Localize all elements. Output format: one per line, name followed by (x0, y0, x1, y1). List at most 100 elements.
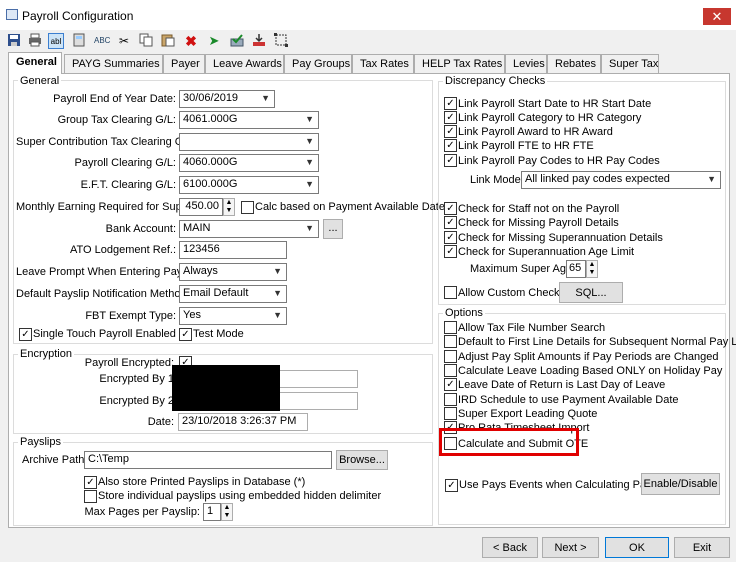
calculator-icon[interactable] (71, 33, 87, 49)
cut-icon[interactable]: ✂ (116, 33, 132, 49)
max-super-age-label: Maximum Super Age: (470, 263, 576, 275)
redaction-1 (172, 365, 280, 391)
copy-icon[interactable] (138, 33, 154, 49)
browse-button[interactable]: Browse... (336, 450, 388, 470)
pc-select[interactable]: 4060.000G ▼ (179, 154, 319, 172)
fbt-select[interactable]: Yes ▼ (179, 307, 287, 325)
mer-input[interactable]: 450.00 (179, 198, 223, 216)
notif-select[interactable]: Email Default ▼ (179, 285, 287, 303)
bank-select[interactable]: MAIN ▼ (179, 220, 319, 238)
ato-input[interactable]: 123456 (179, 241, 287, 259)
leave-prompt-label: Leave Prompt When Entering Pays: (16, 266, 191, 278)
encrypted-by-1-label: Encrypted By 1 (99, 373, 174, 385)
print-icon[interactable] (27, 33, 43, 49)
sct-select[interactable]: ▼ (179, 133, 319, 151)
disc-check-1[interactable]: ✓ (444, 111, 457, 124)
chevron-down-icon: ▼ (273, 310, 282, 320)
use-pays-events-checkbox[interactable]: ✓ (445, 479, 458, 492)
calc-checkbox[interactable] (241, 201, 254, 214)
disc-label-3: Link Payroll FTE to HR FTE (458, 140, 594, 152)
tab-tax-rates[interactable]: Tax Rates (352, 54, 414, 73)
check-payroll-details-checkbox[interactable]: ✓ (444, 216, 457, 229)
spellcheck-icon[interactable]: ABC (94, 33, 110, 49)
allow-custom-checkbox[interactable] (444, 286, 457, 299)
tab-rebates[interactable]: Rebates (547, 54, 601, 73)
chevron-down-icon: ▼ (273, 288, 282, 298)
eoy-label: Payroll End of Year Date: (53, 93, 176, 105)
select-icon[interactable] (273, 33, 289, 49)
option-label-3: Calculate Leave Loading Based ONLY on Ho… (458, 365, 723, 377)
stp-label: Single Touch Payroll Enabled (33, 328, 176, 340)
enable-disable-button[interactable]: Enable/Disable (641, 473, 720, 495)
tab-payer[interactable]: Payer (163, 54, 205, 73)
store-individual-checkbox[interactable] (84, 490, 97, 503)
save-icon[interactable] (6, 33, 22, 49)
tab-payg-summaries[interactable]: PAYG Summaries (64, 54, 163, 73)
option-checkbox-1[interactable] (444, 335, 457, 348)
tab-super-tax[interactable]: Super Tax (601, 54, 659, 73)
eoy-date-picker[interactable]: 30/06/2019 ▼ (179, 90, 275, 108)
test-mode-checkbox[interactable]: ✓ (179, 328, 192, 341)
archive-path-input[interactable]: C:\Temp (84, 451, 332, 469)
option-checkbox-3[interactable] (444, 364, 457, 377)
exit-button[interactable]: Exit (674, 537, 730, 558)
max-pages-input[interactable]: 1 (203, 503, 221, 521)
also-store-checkbox[interactable]: ✓ (84, 476, 97, 489)
next-button[interactable]: Next > (542, 537, 599, 558)
option-checkbox-0[interactable] (444, 321, 457, 334)
delete-icon[interactable]: ✖ (183, 33, 199, 49)
encrypted-by-2-label: Encrypted By 2 (99, 395, 174, 407)
allow-custom-label: Allow Custom Checks (458, 287, 565, 299)
option-checkbox-2[interactable] (444, 350, 457, 363)
gtc-select[interactable]: 4061.000G ▼ (179, 111, 319, 129)
chevron-down-icon: ▼ (273, 266, 282, 276)
abl-icon[interactable]: abl (48, 33, 64, 49)
fbt-value: Yes (183, 309, 201, 321)
option-checkbox-5[interactable] (444, 393, 457, 406)
disc-check-4[interactable]: ✓ (444, 154, 457, 167)
eft-label: E.F.T. Clearing G/L: (80, 179, 176, 191)
max-super-age-input[interactable]: 65 (566, 260, 586, 278)
tab-general[interactable]: General (8, 52, 62, 74)
approve-icon[interactable] (229, 33, 245, 49)
tab-pay-groups[interactable]: Pay Groups (284, 54, 352, 73)
back-button[interactable]: < Back (482, 537, 538, 558)
window-title: Payroll Configuration (22, 9, 134, 23)
disc-check-3[interactable]: ✓ (444, 139, 457, 152)
leave-prompt-select[interactable]: Always ▼ (179, 263, 287, 281)
sql-button[interactable]: SQL... (559, 282, 623, 303)
check-staff-checkbox[interactable]: ✓ (444, 202, 457, 215)
fbt-label: FBT Exempt Type: (85, 310, 176, 322)
max-pages-label: Max Pages per Payslip: (84, 506, 200, 518)
disc-check-0[interactable]: ✓ (444, 97, 457, 110)
check-super-details-checkbox[interactable]: ✓ (444, 231, 457, 244)
tab-levies[interactable]: Levies (505, 54, 547, 73)
link-mode-select[interactable]: All linked pay codes expected ▼ (521, 171, 721, 189)
download-icon[interactable] (251, 33, 267, 49)
stp-checkbox[interactable]: ✓ (19, 328, 32, 341)
mer-spinner[interactable]: ▲ ▼ (223, 198, 235, 216)
chevron-down-icon: ▼ (305, 223, 314, 233)
eft-select[interactable]: 6100.000G ▼ (179, 176, 319, 194)
bank-value: MAIN (183, 222, 211, 234)
close-button[interactable]: ✕ (703, 8, 731, 25)
paste-icon[interactable] (160, 33, 176, 49)
option-checkbox-6[interactable] (444, 407, 457, 420)
encryption-date-field: 23/10/2018 3:26:37 PM (178, 413, 308, 431)
chevron-down-icon: ▼ (261, 93, 270, 103)
eoy-value: 30/06/2019 (183, 92, 239, 104)
tab-help-tax-rates[interactable]: HELP Tax Rates (414, 54, 505, 73)
payslips-group-title: Payslips (18, 436, 63, 448)
max-super-age-spinner[interactable]: ▲ ▼ (586, 260, 598, 278)
pc-label: Payroll Clearing G/L: (74, 157, 177, 169)
check-super-age-checkbox[interactable]: ✓ (444, 245, 457, 258)
option-checkbox-4[interactable]: ✓ (444, 378, 457, 391)
max-pages-spinner[interactable]: ▲ ▼ (221, 503, 233, 521)
general-group-title: General (18, 75, 62, 87)
disc-check-2[interactable]: ✓ (444, 125, 457, 138)
tab-leave-awards[interactable]: Leave Awards (205, 54, 284, 73)
arrow-icon[interactable]: ➤ (206, 33, 222, 49)
ok-button[interactable]: OK (605, 537, 669, 558)
redaction-2 (172, 389, 280, 411)
bank-browse-button[interactable]: ... (323, 219, 343, 239)
